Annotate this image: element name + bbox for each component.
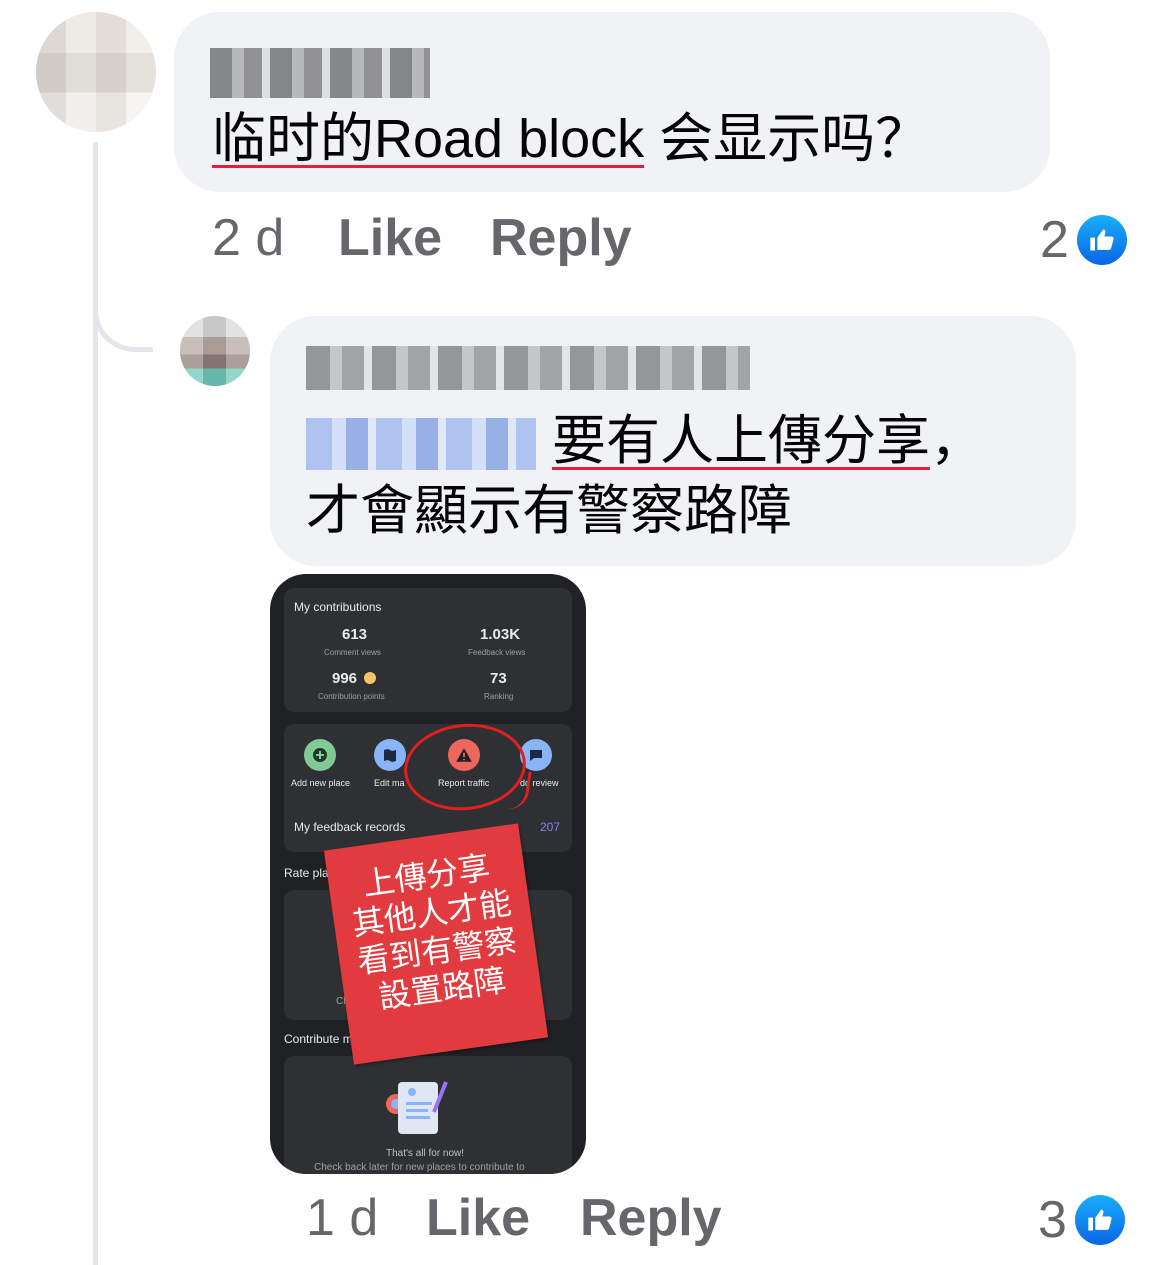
red-note-sticker: 上傳分享 其他人才能 看到有警察 設置路障 bbox=[323, 823, 549, 1065]
stat-label: Ranking bbox=[484, 692, 514, 701]
edit-map-icon[interactable] bbox=[374, 739, 406, 771]
add-place-icon[interactable] bbox=[304, 739, 336, 771]
commenter-name-pixelated[interactable] bbox=[210, 48, 430, 98]
comment-text-underlined: 临时的Road block bbox=[212, 109, 645, 169]
like-button[interactable]: Like bbox=[426, 1188, 530, 1248]
contribute-heading: Contribute m bbox=[284, 1032, 353, 1046]
reaction-count: 3 bbox=[1038, 1191, 1067, 1249]
stat-value: 1.03K bbox=[480, 626, 521, 643]
action-label[interactable]: Add new place bbox=[291, 778, 350, 788]
comment-text-rest: 会显示吗？ bbox=[644, 109, 930, 169]
reply-text-comma: ， bbox=[930, 411, 984, 471]
stat-value: 73 bbox=[490, 670, 507, 687]
stat-label: Comment views bbox=[324, 648, 381, 657]
thumbs-up-icon bbox=[1076, 215, 1127, 265]
coin-icon bbox=[364, 672, 376, 684]
stat-value: 613 bbox=[342, 626, 368, 643]
like-button[interactable]: Like bbox=[338, 208, 442, 268]
reply-button[interactable]: Reply bbox=[580, 1188, 722, 1248]
empty-state-subtitle: Check back later for new places to contr… bbox=[314, 1162, 525, 1173]
sticker-text: 上傳分享 其他人才能 看到有警察 設置路障 bbox=[327, 843, 542, 1021]
stat-label: Contribution points bbox=[318, 692, 385, 701]
thumbs-up-icon bbox=[1074, 1195, 1125, 1245]
feedback-records-label[interactable]: My feedback records bbox=[294, 820, 405, 834]
avatar[interactable] bbox=[36, 12, 156, 132]
feedback-records-count[interactable]: 207 bbox=[540, 820, 560, 834]
reply-avatar[interactable] bbox=[180, 316, 250, 386]
stat-label: Feedback views bbox=[468, 648, 526, 657]
stat-value: 996 bbox=[332, 670, 358, 687]
reply-button[interactable]: Reply bbox=[490, 208, 632, 268]
replier-name-pixelated[interactable] bbox=[306, 346, 750, 390]
mention-tag-pixelated[interactable] bbox=[306, 418, 536, 470]
comment-timestamp[interactable]: 2 d bbox=[212, 208, 284, 268]
empty-state-title: That's all for now! bbox=[386, 1148, 465, 1159]
reply-text-line1: 要有人上傳分享， bbox=[552, 410, 984, 472]
comment-text: 临时的Road block 会显示吗？ bbox=[212, 108, 929, 170]
reaction-count: 2 bbox=[1040, 211, 1069, 269]
reply-text-underlined: 要有人上傳分享 bbox=[552, 411, 930, 471]
contributions-title: My contributions bbox=[294, 600, 382, 614]
action-label[interactable]: Edit ma bbox=[374, 778, 405, 788]
reply-timestamp[interactable]: 1 d bbox=[306, 1188, 378, 1248]
reply-text-line2: 才會顯示有警察路障 bbox=[306, 481, 792, 541]
reaction-summary[interactable]: 3 bbox=[1038, 1190, 1125, 1250]
reaction-summary[interactable]: 2 bbox=[1040, 210, 1127, 270]
attached-screenshot[interactable]: My contributions 613 Comment views 1.03K… bbox=[270, 574, 586, 1174]
document-illustration-icon bbox=[382, 1076, 452, 1138]
reply-connector bbox=[93, 290, 153, 352]
